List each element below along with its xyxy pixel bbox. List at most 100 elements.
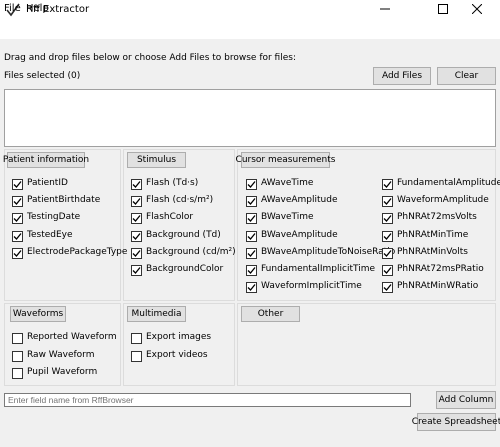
checkbox-label: TestingDate	[27, 212, 81, 223]
checkmark-icon	[383, 267, 392, 274]
checkbox[interactable]	[131, 196, 142, 208]
checkbox-label: BWaveAmplitude	[261, 229, 338, 240]
checkmark-icon	[383, 284, 392, 292]
checkbox-label: AWaveAmplitude	[261, 195, 338, 206]
checkmark-icon	[247, 232, 256, 240]
checkbox[interactable]	[382, 179, 393, 190]
menu-help[interactable]: Help	[26, 3, 49, 14]
checkmark-icon	[247, 249, 256, 257]
checkmark-icon	[383, 249, 392, 257]
checkmark-icon	[13, 198, 22, 206]
checkbox-label: FundamentalImplicitTime	[261, 264, 376, 274]
checkbox-label: Background (Td)	[146, 229, 221, 240]
checkbox[interactable]	[12, 213, 23, 225]
checkbox[interactable]	[382, 213, 393, 225]
patient-panel	[4, 149, 121, 301]
add-files-button[interactable]: Add Files	[373, 67, 431, 85]
checkmark-icon	[383, 215, 392, 223]
add-column-button[interactable]: Add Column	[436, 391, 496, 409]
checkbox[interactable]	[382, 230, 393, 242]
stimulus-header-button[interactable]: Stimulus	[127, 152, 186, 168]
files-selected-label: Files selected (0)	[4, 71, 81, 81]
checkbox[interactable]	[382, 282, 393, 294]
close-icon	[471, 3, 483, 17]
checkbox-label: Export videos	[146, 349, 208, 360]
checkbox-label: WaveformImplicitTime	[261, 281, 362, 292]
checkbox[interactable]	[131, 333, 142, 344]
checkbox[interactable]	[12, 196, 23, 208]
checkmark-icon	[13, 232, 22, 240]
file-drop-list[interactable]	[4, 89, 496, 147]
multimedia-header-button[interactable]: Multimedia	[127, 306, 186, 322]
checkbox[interactable]	[131, 230, 142, 242]
checkbox[interactable]	[12, 230, 23, 242]
checkmark-icon	[13, 215, 22, 223]
checkmark-icon	[132, 249, 141, 257]
checkmark-icon	[132, 215, 141, 223]
checkbox-label: FlashColor	[146, 212, 194, 223]
checkbox[interactable]	[131, 179, 142, 190]
menu-file[interactable]: File	[4, 3, 21, 14]
create-spreadsheet-button[interactable]: Create Spreadsheet	[412, 413, 500, 431]
menu-bar	[0, 21, 500, 39]
checkmark-icon	[132, 232, 141, 240]
checkbox[interactable]	[12, 333, 23, 344]
waveforms-header-button[interactable]: Waveforms	[10, 306, 66, 322]
close-button[interactable]	[454, 0, 500, 21]
checkbox-label: FundamentalAmplitude	[397, 178, 500, 188]
checkbox-label: PhNRAt72msVolts	[397, 212, 477, 223]
checkbox[interactable]	[12, 179, 23, 190]
checkbox[interactable]	[382, 196, 393, 208]
minimize-button[interactable]	[362, 0, 408, 21]
checkmark-icon	[383, 198, 392, 206]
checkbox[interactable]	[12, 247, 23, 259]
checkbox-label: PhNRAtMinWRatio	[397, 281, 479, 292]
checkbox[interactable]	[131, 350, 142, 362]
checkbox[interactable]	[382, 265, 393, 276]
checkbox[interactable]	[131, 213, 142, 225]
checkbox-label: BackgroundColor	[146, 264, 224, 274]
checkbox-label: Raw Waveform	[27, 349, 95, 360]
checkbox[interactable]	[131, 265, 142, 276]
maximize-icon	[438, 4, 448, 17]
checkbox[interactable]	[246, 282, 257, 294]
checkbox-label: PatientBirthdate	[27, 195, 101, 206]
checkbox[interactable]	[12, 350, 23, 362]
checkbox-label: Pupil Waveform	[27, 367, 98, 377]
checkmark-icon	[247, 267, 256, 274]
checkbox[interactable]	[246, 247, 257, 259]
stimulus-panel	[123, 149, 235, 301]
checkbox[interactable]	[246, 196, 257, 208]
checkbox-label: TestedEye	[27, 229, 73, 240]
clear-button[interactable]: Clear	[437, 67, 496, 85]
checkmark-icon	[132, 198, 141, 206]
checkmark-icon	[247, 181, 256, 188]
checkbox[interactable]	[12, 368, 23, 379]
cursor-header-button[interactable]: Cursor measurements	[236, 152, 335, 168]
instructions-label: Drag and drop files below or choose Add …	[4, 53, 296, 63]
checkbox-label: WaveformAmplitude	[397, 195, 489, 206]
checkbox[interactable]	[246, 230, 257, 242]
checkbox-label: BWaveAmplitudeToNoiseRatio	[261, 246, 396, 257]
cursor-panel	[237, 149, 496, 301]
checkmark-icon	[132, 267, 141, 274]
checkbox-label: Background (cd/m²)	[146, 246, 236, 257]
checkbox[interactable]	[246, 265, 257, 276]
checkbox[interactable]	[382, 247, 393, 259]
checkbox-label: PatientID	[27, 178, 68, 188]
other-header-button[interactable]: Other	[241, 306, 300, 322]
patient-header-button[interactable]: Patient information	[3, 152, 89, 168]
checkbox[interactable]	[246, 213, 257, 225]
checkbox-label: Export images	[146, 332, 212, 342]
checkmark-icon	[13, 249, 22, 257]
checkmark-icon	[383, 181, 392, 188]
checkmark-icon	[247, 284, 256, 292]
checkmark-icon	[13, 181, 22, 188]
checkbox-label: PhNRAtMinTime	[397, 229, 469, 240]
checkbox[interactable]	[131, 247, 142, 259]
field-name-input[interactable]	[4, 393, 411, 407]
checkbox[interactable]	[246, 179, 257, 190]
checkmark-icon	[132, 181, 141, 188]
checkbox-label: ElectrodePackageType	[27, 246, 128, 257]
checkmark-icon	[247, 215, 256, 223]
